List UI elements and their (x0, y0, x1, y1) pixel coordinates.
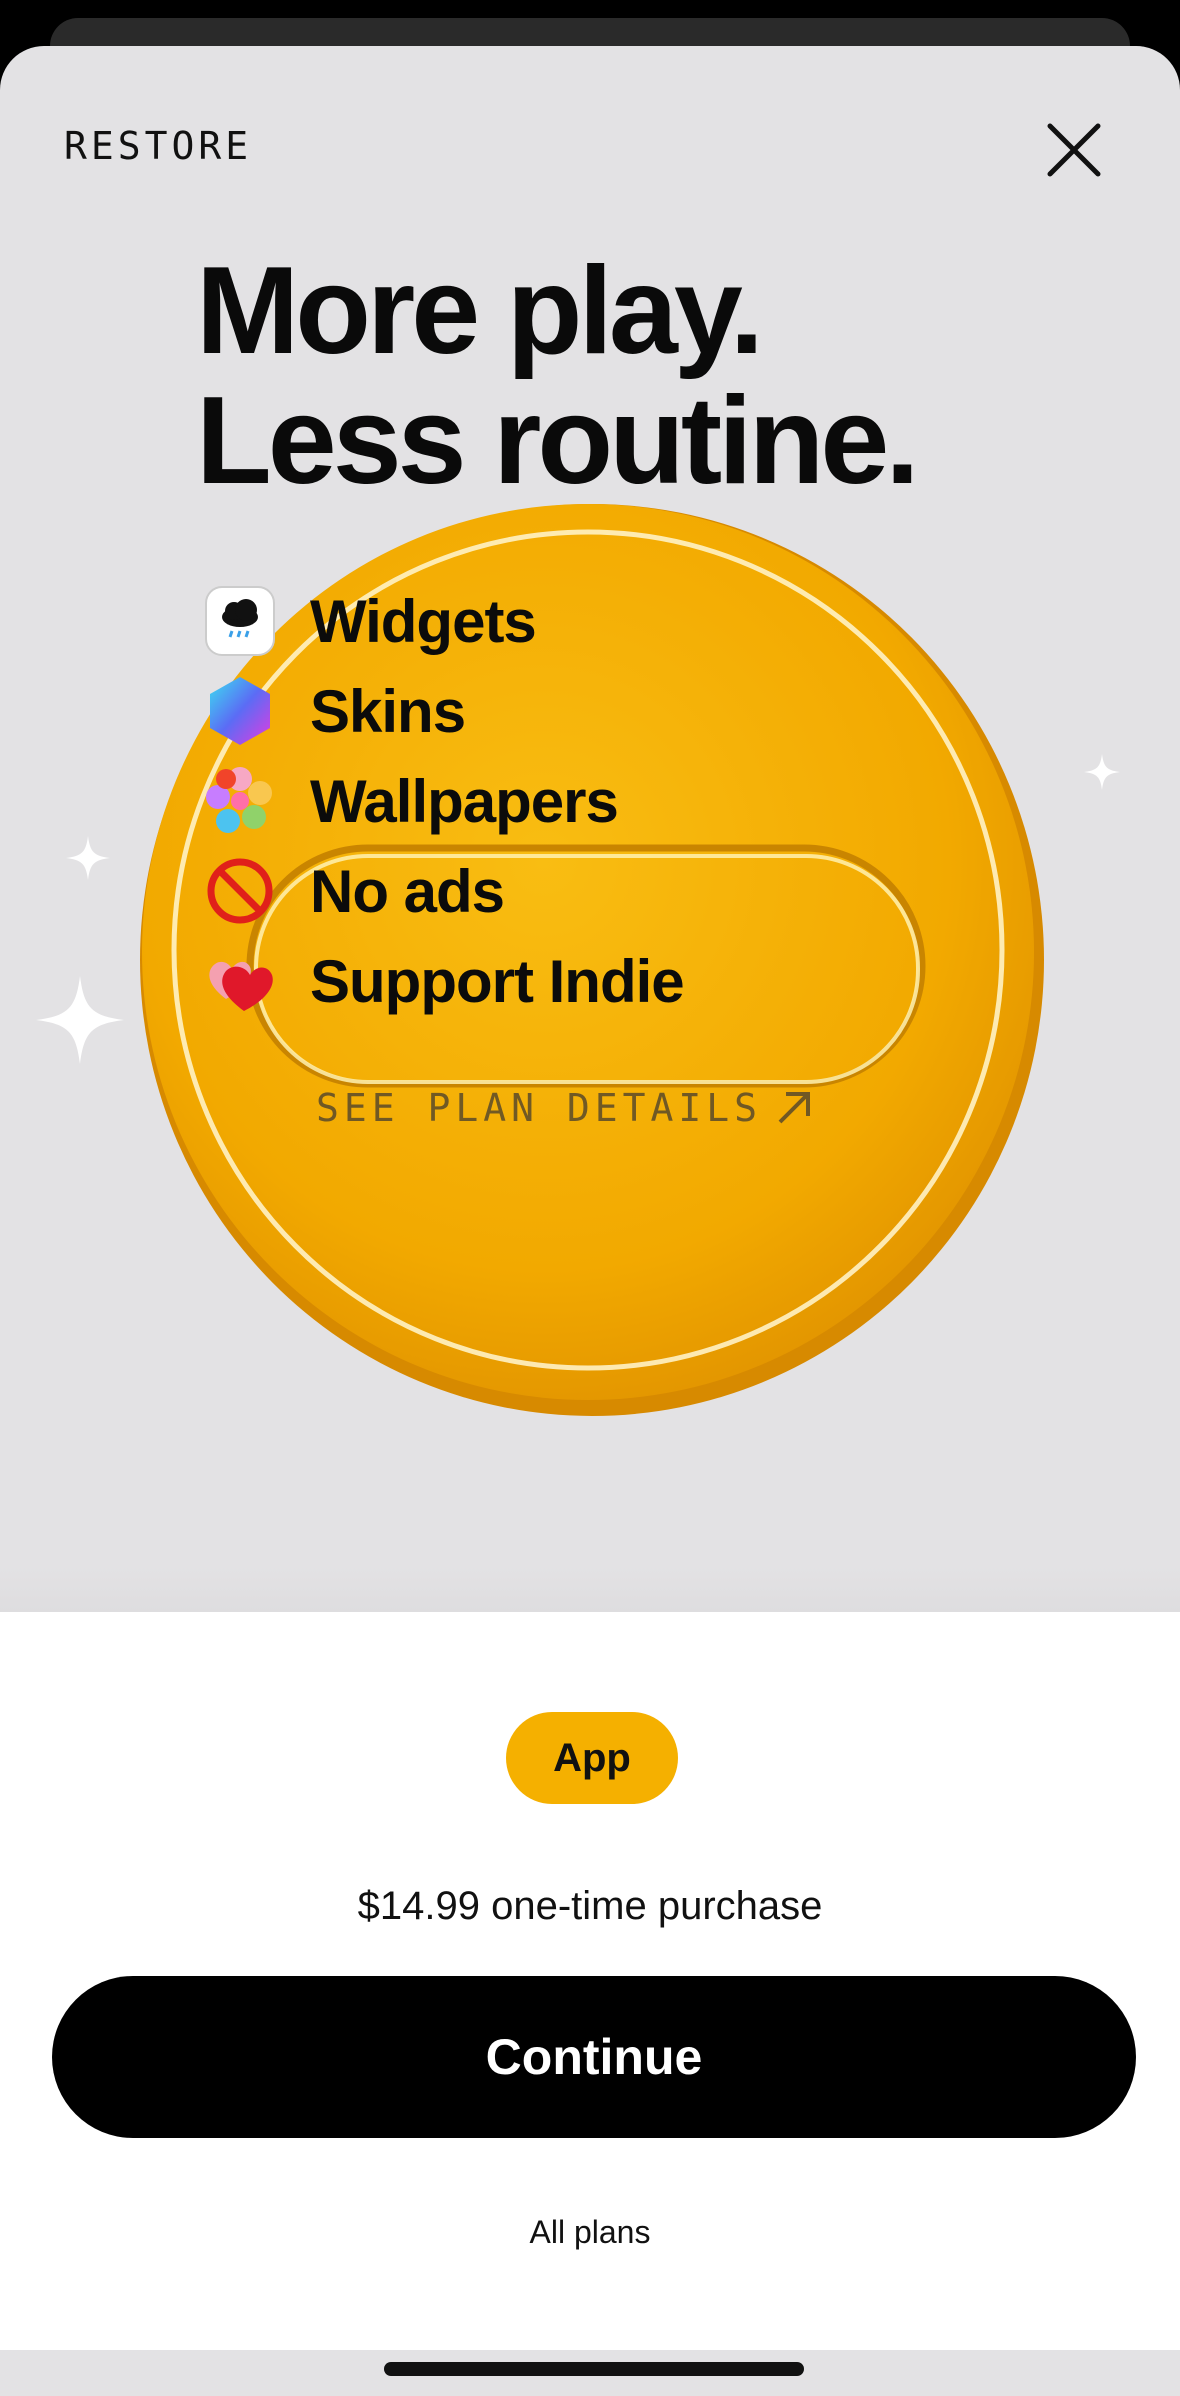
all-plans-link[interactable]: All plans (0, 2214, 1180, 2251)
plan-badge[interactable]: App (506, 1712, 678, 1804)
see-plan-details-link[interactable]: SEE PLAN DETAILS (316, 1086, 816, 1130)
feature-label: Skins (310, 677, 466, 745)
headline: More play. Less routine. (196, 246, 1096, 506)
feature-label: Support Indie (310, 947, 685, 1015)
headline-line-1: More play. (196, 242, 764, 380)
feature-label: No ads (310, 857, 505, 925)
arrow-up-right-icon (778, 1092, 811, 1124)
weather-widget-icon (204, 585, 276, 657)
feature-wallpapers: Wallpapers (204, 761, 619, 841)
feature-label: Wallpapers (310, 767, 619, 835)
price-text: $14.99 one-time purchase (357, 1884, 823, 1928)
sparkle-icon (1084, 754, 1120, 790)
continue-button[interactable]: Continue (52, 1976, 1136, 2138)
hexagon-skins-icon (204, 675, 276, 747)
feature-skins: Skins (204, 671, 466, 751)
feature-label: Widgets (310, 587, 537, 655)
feature-support-indie: Support Indie (204, 941, 685, 1021)
close-icon (1047, 123, 1101, 177)
sparkle-icon (36, 976, 124, 1064)
sparkle-icon (66, 836, 110, 880)
home-indicator[interactable] (384, 2362, 804, 2376)
prohibited-icon (204, 855, 276, 927)
plan-details-label: SEE PLAN DETAILS (316, 1086, 763, 1130)
restore-button[interactable]: RESTORE (64, 124, 252, 168)
feature-no-ads: No ads (204, 851, 505, 931)
feature-widgets: Widgets (204, 581, 537, 661)
flower-wallpapers-icon (204, 765, 276, 837)
headline-line-2: Less routine. (196, 372, 920, 510)
close-button[interactable] (1040, 116, 1108, 184)
hearts-icon (204, 945, 276, 1017)
